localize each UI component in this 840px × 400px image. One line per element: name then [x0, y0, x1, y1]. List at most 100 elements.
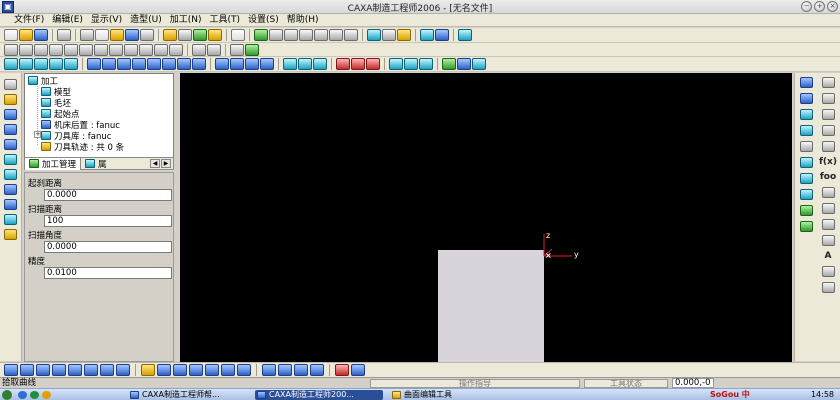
copy-icon[interactable] — [95, 29, 109, 41]
scale-icon[interactable] — [154, 43, 168, 56]
extrude-icon[interactable] — [4, 199, 17, 210]
curve-project-icon[interactable] — [799, 141, 813, 152]
loft-icon[interactable] — [799, 173, 813, 184]
drill-icon[interactable] — [64, 58, 78, 70]
equidistant-icon[interactable] — [821, 219, 835, 230]
solid-icon[interactable] — [245, 43, 259, 56]
help-pointer-icon[interactable] — [458, 29, 472, 41]
expand-toggle[interactable]: + — [34, 131, 41, 138]
dimension-icon[interactable] — [4, 154, 17, 165]
curve-edit-icon[interactable] — [141, 364, 155, 376]
spline-icon[interactable] — [821, 203, 835, 214]
menu-view[interactable]: 显示(V) — [87, 14, 126, 26]
curve-extend-icon[interactable] — [205, 364, 219, 376]
tab-scroll-right[interactable]: ▶ — [161, 159, 171, 168]
finish-region-icon[interactable] — [132, 58, 146, 70]
line-icon[interactable] — [821, 77, 835, 88]
start-icon[interactable] — [2, 390, 12, 400]
print-icon[interactable] — [57, 29, 71, 41]
tab-scroll-left[interactable]: ◀ — [150, 159, 160, 168]
desktop-icon[interactable] — [30, 391, 39, 399]
plane-yz-icon[interactable] — [4, 124, 17, 135]
ime-indicator[interactable]: SoGou 中 — [710, 389, 750, 400]
scan-angle-field[interactable]: 0.0000 — [44, 241, 172, 253]
edit-path-icon[interactable] — [336, 58, 350, 70]
contour-rough-icon[interactable] — [34, 58, 48, 70]
finish-parallel-icon[interactable] — [87, 58, 101, 70]
constraint-icon[interactable] — [4, 169, 17, 180]
ellipse-icon[interactable] — [821, 141, 835, 152]
finish-line-icon[interactable] — [147, 58, 161, 70]
curve-break-icon[interactable] — [157, 364, 171, 376]
fillet-surface-icon[interactable] — [799, 189, 813, 200]
ie-icon[interactable] — [18, 391, 27, 399]
tree-item-toolpaths[interactable]: 刀具轨迹 : 共 0 条 — [41, 141, 124, 153]
engrave-icon[interactable] — [260, 58, 274, 70]
gcode-icon[interactable] — [404, 58, 418, 70]
trash-icon[interactable] — [821, 282, 835, 293]
minimize-button[interactable]: − — [801, 1, 812, 12]
chamfer-icon[interactable] — [94, 43, 108, 56]
task-caxa-help[interactable]: CAXA制造工程师帮... — [128, 390, 250, 400]
wave-icon[interactable] — [457, 58, 471, 70]
curve-trim-icon[interactable] — [189, 364, 203, 376]
menu-modeling[interactable]: 造型(U) — [126, 14, 166, 26]
curve-smooth-icon[interactable] — [237, 364, 251, 376]
boundary-icon[interactable] — [799, 125, 813, 136]
attribute-icon[interactable] — [230, 43, 244, 56]
scan-distance-field[interactable]: 100 — [44, 215, 172, 227]
spatial-point-icon[interactable] — [799, 77, 813, 88]
tree-item-start-point[interactable]: 起始点 — [41, 108, 80, 120]
rough-mill-icon[interactable] — [4, 58, 18, 70]
coordinate-system-icon[interactable] — [799, 93, 813, 104]
menu-file[interactable]: 文件(F) — [10, 14, 48, 26]
folder-quick-icon[interactable] — [42, 391, 51, 399]
surface-trim-icon[interactable] — [799, 205, 813, 216]
multi-axis-icon[interactable] — [283, 58, 297, 70]
finish-surface-icon[interactable] — [117, 58, 131, 70]
surface-sew-icon[interactable] — [100, 364, 114, 376]
query-icon[interactable] — [207, 43, 221, 56]
menu-settings[interactable]: 设置(S) — [244, 14, 283, 26]
formula-curve-button[interactable]: f(x) — [819, 157, 837, 167]
close-button[interactable]: × — [827, 1, 838, 12]
groove-icon[interactable] — [245, 58, 259, 70]
region-rough-icon[interactable] — [19, 58, 33, 70]
five-axis-icon[interactable] — [313, 58, 327, 70]
clearance-distance-field[interactable]: 0.0000 — [44, 189, 172, 201]
tree-item-machine-post[interactable]: 机床后置 : fanuc — [41, 119, 120, 131]
cut-icon[interactable] — [80, 29, 94, 41]
text-button[interactable]: A — [825, 251, 832, 261]
graphics-viewport[interactable]: z y × — [180, 73, 792, 362]
cloud-icon[interactable] — [4, 229, 17, 240]
zoom-in-icon[interactable] — [299, 29, 313, 41]
sweep-icon[interactable] — [799, 157, 813, 168]
curve-delete-icon[interactable] — [335, 364, 349, 376]
sketch-icon[interactable] — [4, 94, 17, 105]
redo-icon[interactable] — [140, 29, 154, 41]
menu-edit[interactable]: 编辑(E) — [48, 14, 87, 26]
delete-icon[interactable] — [192, 43, 206, 56]
task-surface-edit[interactable]: 曲面编辑工具 — [390, 390, 510, 400]
filter-icon[interactable] — [193, 29, 207, 41]
fillet-icon[interactable] — [79, 43, 93, 56]
finish-contour-icon[interactable] — [102, 58, 116, 70]
surface-extend-icon[interactable] — [799, 221, 813, 232]
open-file-icon[interactable] — [19, 29, 33, 41]
move-icon[interactable] — [169, 43, 183, 56]
pan-icon[interactable] — [344, 29, 358, 41]
select-arrow-icon[interactable] — [4, 79, 17, 90]
check-icon[interactable] — [442, 58, 456, 70]
redraw-icon[interactable] — [254, 29, 268, 41]
post-icon[interactable] — [472, 58, 486, 70]
light-icon[interactable] — [163, 29, 177, 41]
precision-field[interactable]: 0.0100 — [44, 267, 172, 279]
curve-fit-icon[interactable] — [262, 364, 276, 376]
curve-rotate-icon[interactable] — [310, 364, 324, 376]
new-file-icon[interactable] — [4, 29, 18, 41]
path-connect-icon[interactable] — [351, 58, 365, 70]
zoom-out-icon[interactable] — [314, 29, 328, 41]
rectangle-icon[interactable] — [821, 125, 835, 136]
corner-clean-icon[interactable] — [230, 58, 244, 70]
surface-patch-icon[interactable] — [20, 364, 34, 376]
